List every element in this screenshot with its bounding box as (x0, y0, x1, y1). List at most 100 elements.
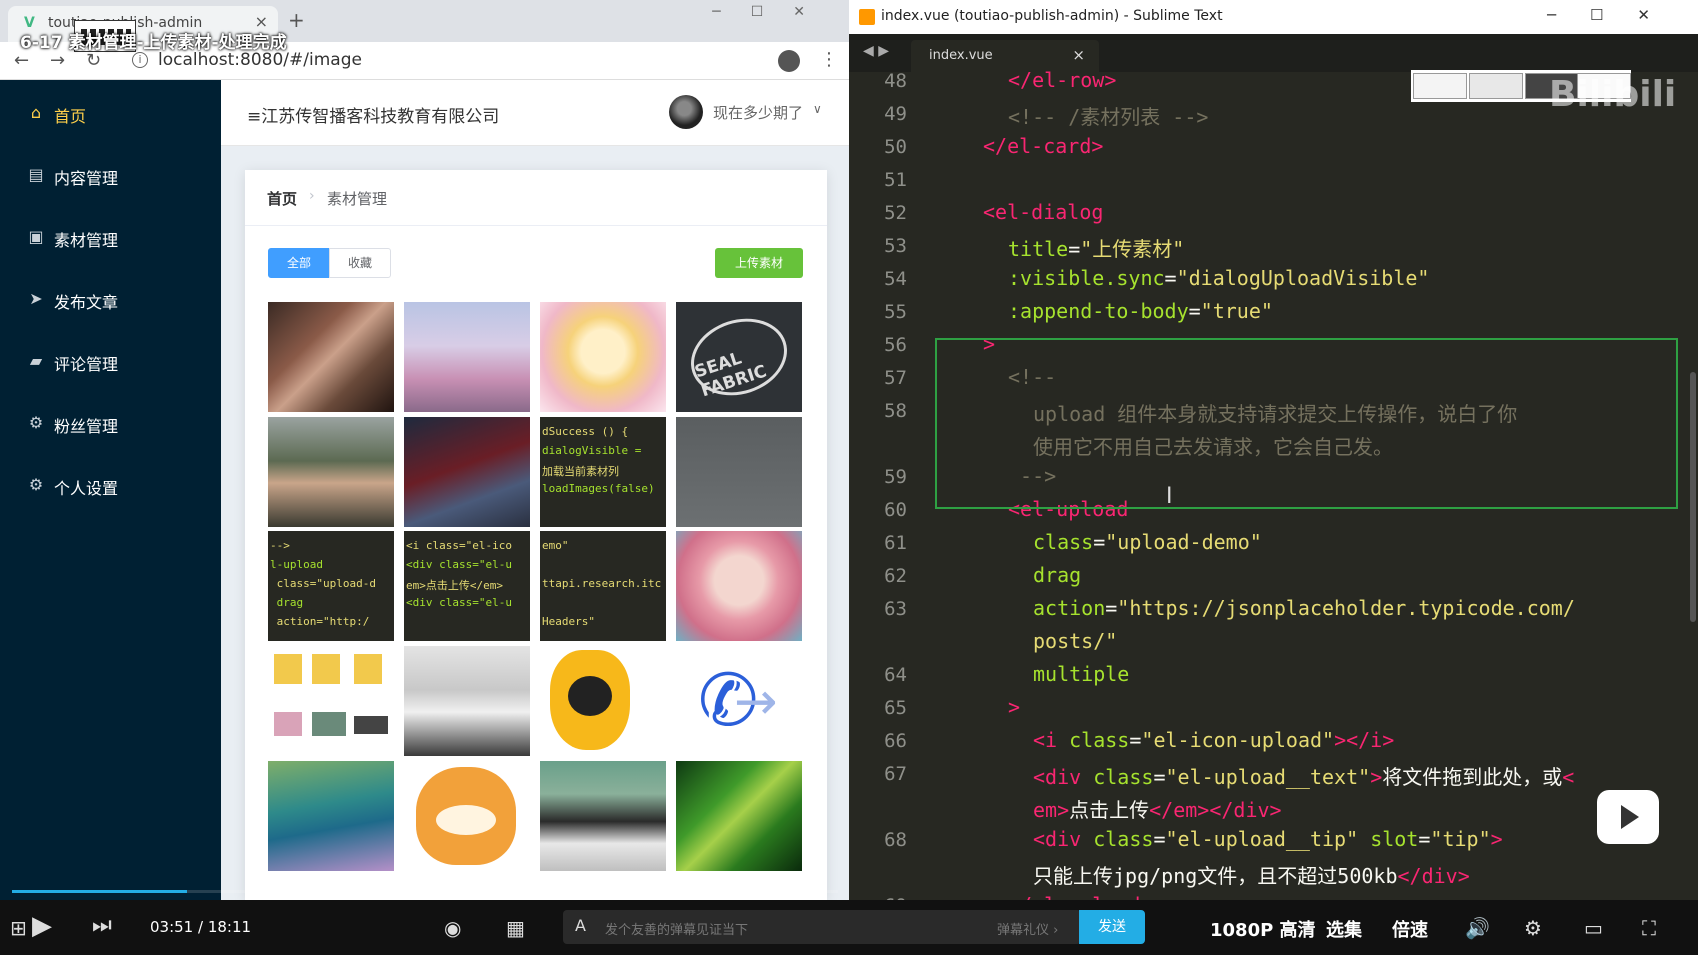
image-thumb[interactable]: <i class="el-ico <div class="el-u em>点击上传<… (404, 531, 530, 641)
windows-start-icon[interactable]: ⊞ (10, 916, 27, 940)
code-line[interactable]: 55:append-to-body="true" (849, 295, 1698, 328)
send-icon: ➤ (29, 289, 43, 308)
image-thumb[interactable] (404, 761, 530, 871)
code-line[interactable]: 68 <div class="el-upload__tip" slot="tip"… (849, 823, 1698, 856)
code-line[interactable]: em>点击上传</em></div> (849, 790, 1698, 823)
code-line[interactable]: 65 > (849, 691, 1698, 724)
card-header: 首页 › 素材管理 (245, 170, 827, 226)
info-icon[interactable]: i (132, 52, 148, 68)
code-line[interactable]: 50 </el-card> (849, 130, 1698, 163)
quality-button[interactable]: 1080P 高清 (1210, 916, 1316, 942)
image-thumb[interactable] (676, 417, 802, 527)
image-thumb[interactable]: dSuccess () {dialogVisible = 加载当前素材列 loadI… (540, 417, 666, 527)
scroll-thumb[interactable] (1690, 372, 1696, 622)
line-number: 49 (884, 103, 907, 125)
code-line[interactable]: 63 action="https://jsonplaceholder.typico… (849, 592, 1698, 625)
avatar[interactable] (669, 95, 703, 129)
code-line[interactable]: 49 <!-- /素材列表 --> (849, 97, 1698, 130)
tv-play-icon[interactable] (1597, 790, 1659, 844)
new-tab-icon[interactable]: + (288, 8, 305, 32)
line-number: 53 (884, 235, 907, 257)
code-line[interactable]: 69</el-upload> (849, 889, 1698, 900)
image-thumb[interactable] (268, 761, 394, 871)
sidebar-item[interactable]: ⚙ 个人设置 (0, 466, 221, 506)
upload-material-button[interactable]: 上传素材 (715, 248, 803, 278)
sidebar-item[interactable]: ➤ 发布文章 (0, 280, 221, 320)
danmu-settings-icon[interactable]: ▦ (506, 916, 525, 940)
image-thumb[interactable] (268, 302, 394, 412)
image-thumb[interactable]: SEAL FABRIC (676, 302, 802, 412)
close-icon[interactable]: × (1072, 46, 1085, 64)
image-thumb[interactable] (540, 302, 666, 412)
sidebar-item-label: 发布文章 (54, 293, 119, 312)
picture-in-picture-icon[interactable]: ▭ (1584, 916, 1603, 940)
code-line[interactable]: posts/" (849, 625, 1698, 658)
filter-collect-button[interactable]: 收藏 (329, 248, 391, 278)
danmu-input[interactable]: A 发个友善的弹幕见证当下 弹幕礼仪 › (563, 910, 1081, 944)
video-progress[interactable] (12, 890, 838, 893)
image-thumb[interactable]: --> l-upload class="upload-d drag action=… (268, 531, 394, 641)
line-number: 64 (884, 664, 907, 686)
line-number: 62 (884, 565, 907, 587)
image-thumb[interactable]: ✆ → (676, 646, 802, 756)
sidebar-item[interactable]: ▰ 评论管理 (0, 342, 221, 382)
image-thumb[interactable] (540, 646, 666, 756)
window-controls[interactable]: ─☐✕ (1547, 6, 1684, 24)
video-title: 6-17 素材管理-上传素材-处理完成 (20, 33, 287, 53)
app-header: ≡江苏传智播客科技教育有限公司 现在多少期了 ∨ (221, 80, 849, 146)
play-icon[interactable]: ▶ (32, 911, 52, 941)
code-line[interactable]: 只能上传jpg/png文件，且不超过500kb</div> (849, 856, 1698, 889)
volume-icon[interactable]: 🔊 (1465, 916, 1490, 940)
image-thumb[interactable] (404, 646, 530, 756)
sublime-titlebar: index.vue (toutiao-publish-admin) - Subl… (849, 0, 1698, 34)
image-thumb[interactable] (540, 761, 666, 871)
danmu-etiquette-link[interactable]: 弹幕礼仪 › (997, 919, 1058, 938)
sidebar-item[interactable]: ▤ 内容管理 (0, 156, 221, 196)
sidebar-item[interactable]: ▣ 素材管理 (0, 218, 221, 258)
menu-more-icon[interactable]: ⋮ (820, 49, 838, 70)
code-line[interactable]: 53 title="上传素材" (849, 229, 1698, 262)
code-text: <i class="el-icon-upload"></i> (1033, 728, 1395, 752)
reload-icon[interactable]: ↻ (86, 50, 101, 71)
code-line[interactable]: 62 drag (849, 559, 1698, 592)
image-thumb[interactable] (676, 761, 802, 871)
code-line[interactable]: 64 multiple (849, 658, 1698, 691)
company-title[interactable]: ≡江苏传智播客科技教育有限公司 (247, 102, 499, 127)
code-line[interactable]: 48 </el-row> (849, 64, 1698, 97)
image-thumb[interactable] (268, 417, 394, 527)
episodes-button[interactable]: 选集 (1326, 916, 1362, 942)
code-line[interactable]: 54:visible.sync="dialogUploadVisible" (849, 262, 1698, 295)
forward-icon[interactable]: → (50, 50, 65, 71)
next-icon[interactable]: ⏭ (92, 913, 112, 938)
speed-button[interactable]: 倍速 (1392, 916, 1428, 942)
code-line[interactable]: 61 class="upload-demo" (849, 526, 1698, 559)
code-line[interactable]: 52 <el-dialog (849, 196, 1698, 229)
sidebar-item[interactable]: ⚙ 粉丝管理 (0, 404, 221, 444)
code-line[interactable]: 67 <div class="el-upload__text">将文件拖到此处，或… (849, 757, 1698, 790)
image-thumb[interactable]: emo" ttapi.research.itc Headers" (540, 531, 666, 641)
tab-nav-arrows-icon[interactable]: ◀ ▶ (863, 43, 889, 59)
sidebar-item-label: 个人设置 (54, 479, 119, 498)
image-thumb[interactable] (404, 417, 530, 527)
fullscreen-icon[interactable]: ⛶ (1642, 916, 1656, 940)
send-button[interactable]: 发送 (1079, 910, 1145, 944)
image-thumb[interactable] (404, 302, 530, 412)
danmu-style-icon[interactable]: A (575, 916, 586, 935)
image-thumb[interactable] (268, 646, 394, 756)
sublime-icon (859, 9, 875, 25)
filter-all-button[interactable]: 全部 (268, 248, 330, 278)
code-line[interactable]: 66 <i class="el-icon-upload"></i> (849, 724, 1698, 757)
chevron-down-icon[interactable]: ∨ (813, 102, 822, 116)
sidebar-item-label: 首页 (54, 107, 87, 126)
image-thumb[interactable] (676, 531, 802, 641)
user-name[interactable]: 现在多少期了 (713, 102, 803, 123)
sidebar-item[interactable]: ⌂ 首页 (0, 94, 221, 134)
window-controls[interactable]: ─☐✕ (712, 4, 835, 20)
code-line[interactable]: 51 (849, 163, 1698, 196)
account-icon[interactable] (778, 50, 800, 72)
scrollbar[interactable] (1686, 72, 1698, 900)
danmu-toggle-icon[interactable]: ◉ (444, 916, 461, 940)
back-icon[interactable]: ← (14, 50, 29, 71)
settings-gear-icon[interactable]: ⚙ (1524, 916, 1542, 940)
breadcrumb-home[interactable]: 首页 (267, 188, 297, 209)
